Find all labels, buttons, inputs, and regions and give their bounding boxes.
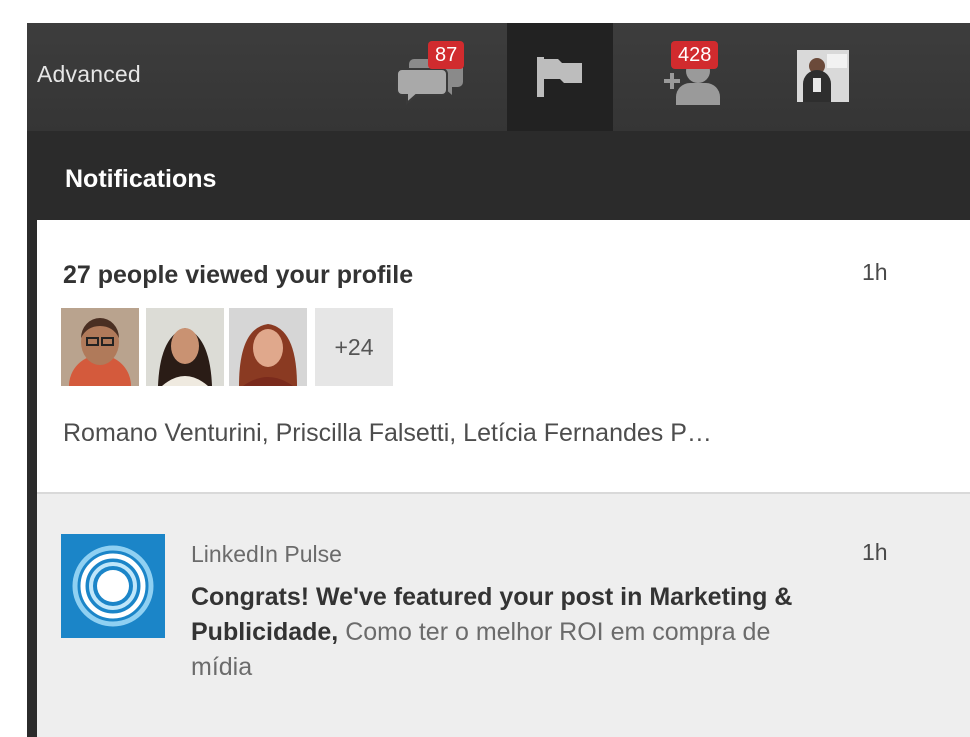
- notifications-flag-tab[interactable]: [507, 23, 613, 131]
- notification-timestamp: 1h: [862, 259, 888, 285]
- top-navigation-bar: Advanced 87 428: [27, 23, 970, 131]
- viewer-avatar[interactable]: [229, 308, 307, 386]
- notifications-title: Notifications: [65, 165, 217, 193]
- advanced-search-link[interactable]: Advanced: [37, 61, 141, 88]
- messages-count-badge: 87: [428, 41, 465, 69]
- connections-count-badge: 428: [671, 41, 719, 69]
- linkedin-pulse-logo: [61, 534, 165, 638]
- notification-body[interactable]: Congrats! We've featured your post in Ma…: [191, 580, 811, 685]
- notification-source[interactable]: LinkedIn Pulse: [191, 541, 342, 568]
- more-viewers-count[interactable]: +24: [315, 308, 393, 386]
- viewer-avatar[interactable]: [146, 308, 224, 386]
- notification-headline[interactable]: 27 people viewed your profile: [63, 261, 413, 290]
- notification-item-profile-views[interactable]: 27 people viewed your profile 1h +24 Rom…: [37, 220, 970, 494]
- notification-timestamp: 1h: [862, 539, 888, 565]
- flag-icon: [533, 55, 587, 104]
- panel-border: [27, 220, 37, 737]
- viewer-avatar[interactable]: [61, 308, 139, 386]
- profile-avatar[interactable]: [797, 50, 849, 102]
- viewer-names[interactable]: Romano Venturini, Priscilla Falsetti, Le…: [63, 419, 712, 448]
- notifications-header: Notifications: [27, 131, 970, 220]
- notification-item-pulse-feature[interactable]: LinkedIn Pulse 1h Congrats! We've featur…: [37, 494, 970, 737]
- notifications-dropdown-window: Advanced 87 428 Notifications 27 people …: [27, 23, 970, 737]
